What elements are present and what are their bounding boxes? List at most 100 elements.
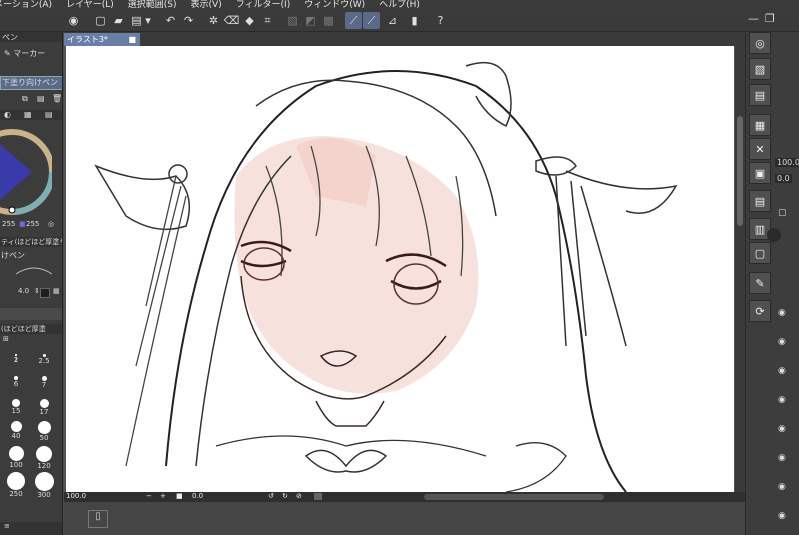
menu-animation[interactable]: メーション(A): [0, 0, 66, 10]
tool-header[interactable]: ✎ マーカー: [0, 48, 62, 60]
app-logo-icon[interactable]: ◉: [65, 12, 82, 29]
horizontal-scrollbar[interactable]: [424, 494, 604, 500]
fit-icon[interactable]: ■: [176, 492, 183, 500]
angle-value[interactable]: 0.0: [192, 492, 203, 500]
layer-lock-icon[interactable]: ▢: [778, 208, 787, 218]
eye-icon[interactable]: ◉: [778, 511, 786, 521]
trash-icon[interactable]: 🗑: [52, 94, 62, 103]
menubar: メーション(A) レイヤー(L) 選択範囲(S) 表示(V) フィルター(I) …: [0, 0, 799, 10]
rotate-right-icon[interactable]: ↻: [282, 492, 288, 500]
color-value-1: 255: [2, 220, 16, 228]
menu-help[interactable]: ヘルプ(H): [379, 0, 434, 10]
size-item[interactable]: 300: [30, 472, 58, 499]
menu-view[interactable]: 表示(V): [191, 0, 236, 10]
size-dropdown[interactable]: [40, 288, 50, 298]
stepper-icon[interactable]: ⇕: [34, 287, 40, 295]
settings-icon[interactable]: ▤: [37, 94, 45, 103]
tool-name: マーカー: [13, 49, 46, 58]
clear-icon[interactable]: ⌫: [223, 12, 240, 29]
new-file-icon[interactable]: ▢: [92, 12, 109, 29]
eye-icon[interactable]: ◉: [778, 395, 786, 405]
eye-icon[interactable]: ◉: [778, 337, 786, 347]
grid-snap-icon[interactable]: ⊿: [384, 12, 401, 29]
help-icon[interactable]: ?: [432, 12, 449, 29]
vertical-scrollbar[interactable]: [735, 46, 745, 492]
material-icon[interactable]: ▦: [749, 114, 771, 136]
frame-icon[interactable]: ▢: [749, 242, 771, 264]
size-item[interactable]: 2.5: [30, 352, 58, 365]
size-item[interactable]: 2: [2, 352, 30, 364]
minimize-icon[interactable]: —: [748, 12, 759, 25]
size-list-footer: ≡: [0, 522, 62, 535]
ruler-snap-icon[interactable]: ⟋: [345, 12, 362, 29]
rotate-left-icon[interactable]: ↺: [268, 492, 274, 500]
folder-icon[interactable]: ▣: [749, 162, 771, 184]
eye-icon[interactable]: ◉: [778, 424, 786, 434]
brush-option-bar: [0, 308, 62, 320]
size-item[interactable]: 100: [2, 446, 30, 469]
history-tab-icon[interactable]: ▤: [45, 110, 53, 119]
invert-selection-icon[interactable]: ◩: [302, 12, 319, 29]
eye-icon[interactable]: ◉: [778, 482, 786, 492]
blend-value[interactable]: 0.0: [775, 174, 792, 183]
chevron-down-icon[interactable]: ▾: [143, 12, 153, 29]
size-item[interactable]: 250: [2, 472, 30, 498]
menu-window[interactable]: ウィンドウ(W): [304, 0, 379, 10]
special-ruler-icon[interactable]: ⟋: [363, 12, 380, 29]
command-bar: ◉ ▢ ▰ ▤ ▾ ↶ ↷ ✲ ⌫ ◆ ⌗ ▧ ◩ ▩ ⟋ ⟋ ⊿ ▮ ? — …: [0, 10, 799, 32]
drawing-canvas[interactable]: [66, 46, 734, 492]
layer-search-icon[interactable]: ▤: [749, 84, 771, 106]
color-set-tab-icon[interactable]: ▦: [24, 110, 32, 119]
brush-size-value[interactable]: 4.0: [18, 287, 29, 295]
redo-icon[interactable]: ↷: [180, 12, 197, 29]
menu-selection[interactable]: 選択範囲(S): [128, 0, 191, 10]
add-size-icon[interactable]: ⊞: [3, 335, 9, 343]
zoom-in-icon[interactable]: +: [160, 492, 166, 500]
timeline-area: ▯: [64, 502, 745, 535]
open-folder-icon[interactable]: ▰: [110, 12, 127, 29]
navigator-icon[interactable]: ◎: [749, 32, 771, 54]
eye-icon[interactable]: ◉: [778, 366, 786, 376]
reset-rotation-icon[interactable]: ⊘: [296, 492, 302, 500]
device-icon[interactable]: ▮: [406, 12, 423, 29]
panel-toggle-icon[interactable]: ▯: [88, 510, 108, 528]
eye-icon[interactable]: ◉: [778, 308, 786, 318]
restore-icon[interactable]: ❐: [765, 12, 775, 25]
layer-property-icon[interactable]: ▧: [749, 58, 771, 80]
fill-icon[interactable]: ◆: [241, 12, 258, 29]
opacity-value[interactable]: 100.0: [775, 158, 799, 167]
size-item[interactable]: 7: [30, 374, 58, 389]
sync-icon[interactable]: ⟳: [749, 300, 771, 322]
undo-icon[interactable]: ↶: [162, 12, 179, 29]
transform-icon[interactable]: ⌗: [259, 12, 276, 29]
gradient-icon[interactable]: ▤: [749, 190, 771, 212]
flip-icon[interactable]: [314, 493, 322, 500]
size-item[interactable]: 40: [2, 421, 30, 440]
stroke-preview: [15, 267, 53, 275]
eye-icon[interactable]: ◉: [778, 453, 786, 463]
menu-layer[interactable]: レイヤー(L): [66, 0, 128, 10]
size-item[interactable]: 15: [2, 397, 30, 415]
size-item[interactable]: 50: [30, 421, 58, 442]
color-wheel[interactable]: [0, 124, 52, 220]
loading-icon[interactable]: ✲: [205, 12, 222, 29]
subtool-item-active[interactable]: 下塗り向けペン: [0, 76, 62, 90]
deselect-icon[interactable]: ▧: [284, 12, 301, 29]
zoom-value[interactable]: 100.0: [66, 492, 86, 500]
pressure-icon[interactable]: ▦: [53, 287, 60, 295]
close-layer-icon[interactable]: ✕: [749, 138, 771, 160]
size-item[interactable]: 6: [2, 374, 30, 388]
tab-illust3[interactable]: イラスト3* ■: [64, 33, 140, 46]
menu-icon[interactable]: ≡: [4, 522, 10, 530]
size-item[interactable]: 120: [30, 446, 58, 470]
menu-filter[interactable]: フィルター(I): [236, 0, 305, 10]
edit-icon[interactable]: ✎: [749, 272, 771, 294]
size-item[interactable]: 17: [30, 397, 58, 416]
scroll-thumb[interactable]: [737, 116, 743, 226]
color-mode-icon[interactable]: ◎: [48, 220, 54, 228]
zoom-out-icon[interactable]: −: [146, 492, 152, 500]
copy-icon[interactable]: ⧉: [22, 94, 28, 104]
color-wheel-tab-icon[interactable]: ◐: [4, 110, 11, 119]
selection-fill-icon[interactable]: ▩: [320, 12, 337, 29]
close-icon[interactable]: ■: [128, 33, 136, 46]
